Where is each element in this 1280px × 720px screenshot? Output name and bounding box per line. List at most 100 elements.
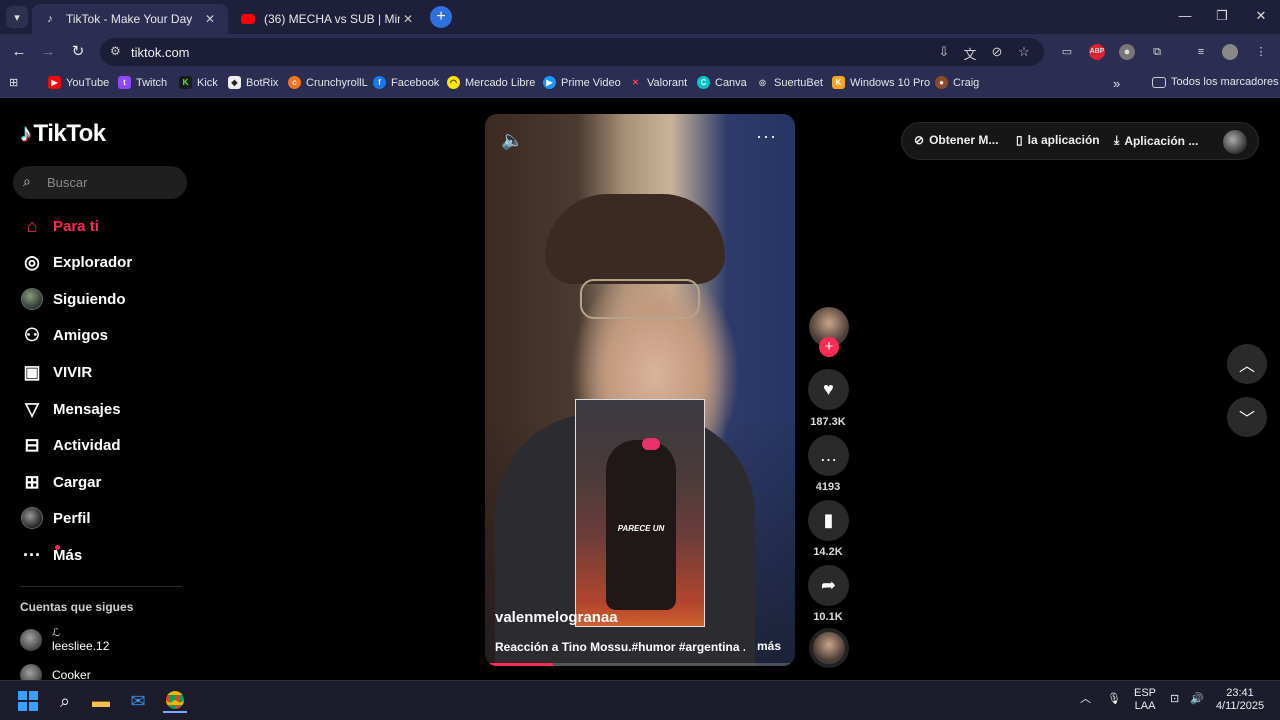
tiktok-logo[interactable]: ♪ TikTok bbox=[20, 120, 106, 148]
button-label: Obtener M... bbox=[929, 133, 999, 147]
file-explorer-icon[interactable]: ▬ bbox=[89, 689, 113, 713]
search-icon[interactable]: ⌕ bbox=[53, 689, 77, 713]
puzzle-icon[interactable]: ⧉ bbox=[1149, 44, 1165, 60]
inset-figure bbox=[642, 438, 660, 450]
save-button[interactable]: ▮ bbox=[808, 500, 849, 541]
bookmark-suertubet[interactable]: ◎ SuertuBet bbox=[756, 76, 823, 89]
network-icon[interactable]: ⊡ bbox=[1170, 693, 1179, 706]
notification-dot bbox=[55, 545, 60, 550]
back-button[interactable]: ← bbox=[10, 43, 28, 61]
followed-account[interactable]: ℒ leesliee.12 bbox=[20, 626, 109, 653]
clock[interactable]: 23:41 4/11/2025 bbox=[1212, 687, 1268, 713]
nav-friends[interactable]: ⚇ Amigos bbox=[20, 320, 190, 350]
forward-button[interactable]: → bbox=[39, 43, 57, 61]
nav-for-you[interactable]: ⌂ Para ti bbox=[20, 211, 190, 241]
description-more-button[interactable]: más bbox=[757, 639, 781, 653]
nav-more[interactable]: ··· Más bbox=[20, 540, 190, 570]
bookmark-craig[interactable]: ● Craig bbox=[935, 76, 979, 89]
install-app-icon[interactable]: ⇩ bbox=[936, 44, 952, 60]
site-info-icon[interactable]: ⚙ bbox=[110, 44, 121, 58]
previous-video-button[interactable]: ︿ bbox=[1227, 344, 1267, 384]
star-icon[interactable]: ☆ bbox=[1016, 44, 1032, 60]
nav-explore[interactable]: ◎ Explorador bbox=[20, 247, 190, 277]
menu-icon[interactable]: ⋮ bbox=[1253, 44, 1269, 60]
bookmark-prime-video[interactable]: ▶ Prime Video bbox=[543, 76, 621, 89]
language-indicator[interactable]: ESP LAA bbox=[1134, 687, 1156, 713]
extension-icon[interactable]: ● bbox=[1119, 44, 1135, 60]
browser-toolbar: ← → ↻ ⚙ tiktok.com ⇩ 文 ⊘ ☆ ▭ ABP ● ⧉ ≡ ⋮ bbox=[0, 34, 1280, 70]
nav-upload[interactable]: ⊞ Cargar bbox=[20, 467, 190, 497]
all-bookmarks-folder[interactable]: Todos los marcadores bbox=[1152, 76, 1279, 88]
media-control-icon[interactable]: ≡ bbox=[1193, 44, 1209, 60]
start-button[interactable] bbox=[16, 689, 40, 713]
valorant-icon: ✕ bbox=[632, 78, 639, 87]
game-extension-icon[interactable]: ▭ bbox=[1059, 44, 1075, 60]
tab-search-button[interactable]: ▾ bbox=[6, 6, 28, 28]
music-disc[interactable] bbox=[809, 628, 849, 668]
volume-icon[interactable]: 🔈 bbox=[501, 130, 523, 151]
bookmark-icon: ▮ bbox=[823, 510, 834, 530]
app-button[interactable]: ▯ la aplicación bbox=[1016, 133, 1100, 147]
video-username[interactable]: valenmelogranaa bbox=[495, 609, 618, 626]
microphone-icon[interactable]: 🎙 bbox=[1107, 693, 1121, 706]
chevron-up-icon: ︿ bbox=[1238, 358, 1255, 375]
more-bookmarks-icon[interactable]: » bbox=[1113, 76, 1120, 91]
close-tab-icon[interactable]: ✕ bbox=[400, 12, 416, 26]
user-avatar[interactable] bbox=[1223, 130, 1247, 154]
minimize-icon[interactable]: — bbox=[1175, 8, 1195, 23]
chrome-icon[interactable] bbox=[163, 689, 187, 713]
bookmark-canva[interactable]: C Canva bbox=[697, 76, 747, 89]
new-tab-button[interactable]: + bbox=[430, 6, 452, 28]
next-video-button[interactable]: ﹀ bbox=[1227, 397, 1267, 437]
follow-button[interactable]: + bbox=[819, 337, 839, 357]
bookmark-label: Twitch bbox=[136, 76, 168, 89]
nav-profile[interactable]: Perfil bbox=[20, 503, 190, 533]
download-app-button[interactable]: ⤓ Aplicación ... bbox=[1114, 133, 1198, 148]
upload-icon: ⊞ bbox=[24, 471, 40, 492]
bookmark-mercado-libre[interactable]: ◠ Mercado Libre bbox=[447, 76, 535, 89]
search-placeholder: Buscar bbox=[47, 175, 88, 190]
nav-live[interactable]: ▣ VIVIR bbox=[20, 357, 190, 387]
restore-icon[interactable]: ❐ bbox=[1212, 8, 1232, 24]
comment-button[interactable]: … bbox=[808, 435, 849, 476]
bookmark-label: SuertuBet bbox=[774, 76, 823, 89]
share-button[interactable]: ➦ bbox=[808, 565, 849, 606]
nav-messages[interactable]: ▽ Mensajes bbox=[20, 394, 190, 424]
nav-following[interactable]: Siguiendo bbox=[20, 284, 190, 314]
apps-icon[interactable]: ⊞ bbox=[9, 76, 18, 89]
nav-activity[interactable]: ⊟ Actividad bbox=[20, 430, 190, 460]
show-hidden-icons[interactable]: ︿ bbox=[1080, 693, 1091, 706]
adblock-icon[interactable]: ABP bbox=[1089, 44, 1105, 60]
tab-youtube[interactable]: (36) MECHA vs SUB | Minuto DE ✕ bbox=[230, 4, 426, 34]
search-input[interactable]: ⌕ Buscar bbox=[13, 166, 187, 199]
video-progress-bar[interactable] bbox=[485, 663, 795, 666]
address-bar[interactable]: ⚙ tiktok.com ⇩ 文 ⊘ ☆ bbox=[100, 38, 1044, 66]
tab-tiktok[interactable]: ♪ TikTok - Make Your Day ✕ bbox=[32, 4, 228, 34]
bookmark-valorant[interactable]: ✕ Valorant bbox=[629, 76, 687, 89]
translate-icon[interactable]: 文 bbox=[962, 44, 978, 63]
outlook-icon[interactable]: ✉ bbox=[126, 689, 150, 713]
close-tab-icon[interactable]: ✕ bbox=[202, 12, 218, 26]
more-options-icon[interactable]: ··· bbox=[756, 126, 777, 147]
craig-icon: ● bbox=[935, 76, 948, 89]
bookmark-twitch[interactable]: t Twitch bbox=[118, 76, 167, 89]
language-code: ESP bbox=[1134, 687, 1157, 699]
bookmark-botrix[interactable]: ◆ BotRix bbox=[228, 76, 278, 89]
volume-icon[interactable]: 🔊 bbox=[1190, 693, 1204, 706]
messages-icon: ▽ bbox=[25, 398, 39, 419]
video-inset: PARECE UN bbox=[575, 399, 705, 627]
bookmark-label: Facebook bbox=[391, 76, 440, 89]
bookmark-facebook[interactable]: f Facebook bbox=[373, 76, 439, 89]
video-player[interactable]: 🔈 ··· PARECE UN valenmelogranaa Reacción… bbox=[485, 114, 795, 666]
eye-off-icon[interactable]: ⊘ bbox=[989, 44, 1005, 60]
like-button[interactable]: ♥ bbox=[808, 369, 849, 410]
close-window-icon[interactable]: ✕ bbox=[1251, 8, 1271, 24]
bookmark-kick[interactable]: K Kick bbox=[179, 76, 218, 89]
profile-avatar[interactable] bbox=[1222, 44, 1238, 60]
bookmark-crunchyroll[interactable]: c CrunchyrollL bbox=[288, 76, 368, 89]
reload-button[interactable]: ↻ bbox=[69, 43, 87, 61]
tiktok-icon: ♪ bbox=[47, 13, 53, 25]
bookmark-windows-10-pro[interactable]: K Windows 10 Pro bbox=[832, 76, 930, 89]
get-coins-button[interactable]: ⊘ Obtener M... bbox=[914, 133, 998, 147]
bookmark-youtube[interactable]: ▶ YouTube bbox=[48, 76, 109, 89]
